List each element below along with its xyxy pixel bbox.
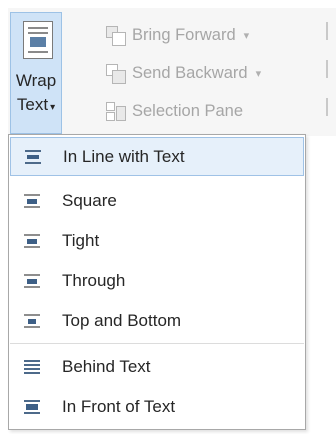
bring-forward-icon <box>104 24 126 46</box>
bring-forward-label: Bring Forward <box>132 25 236 44</box>
menu-item-label: In Front of Text <box>62 396 176 416</box>
in-front-of-text-icon <box>24 399 40 414</box>
wrap-text-label-line2: Text ▾ <box>16 95 56 114</box>
rotate-icon[interactable] <box>326 98 336 116</box>
menu-item-label: Square <box>62 190 117 210</box>
top-and-bottom-wrap-icon <box>24 313 40 328</box>
selection-pane-icon <box>104 100 126 122</box>
align-icon[interactable] <box>326 22 336 40</box>
wrap-text-label-line1: Wrap <box>15 71 57 90</box>
menu-item-through[interactable]: Through <box>10 261 304 300</box>
bring-forward-button[interactable]: Bring Forward ▾ <box>104 20 249 50</box>
send-backward-icon <box>104 62 126 84</box>
menu-item-label: In Line with Text <box>63 146 185 166</box>
send-backward-label: Send Backward <box>132 63 248 82</box>
menu-item-square[interactable]: Square <box>10 181 304 220</box>
tight-wrap-icon <box>24 233 40 248</box>
send-backward-button[interactable]: Send Backward ▾ <box>104 58 261 88</box>
wrap-text-menu: In Line with Text Square Tight Through T… <box>8 134 306 430</box>
menu-separator <box>10 343 304 344</box>
wrap-text-icon <box>23 21 53 59</box>
group-icon[interactable] <box>326 60 336 78</box>
menu-item-label: Behind Text <box>62 356 151 376</box>
square-wrap-icon <box>24 193 40 208</box>
menu-item-in-front-of-text[interactable]: In Front of Text <box>10 387 304 426</box>
menu-item-label: Tight <box>62 230 100 250</box>
menu-item-label: Through <box>62 270 126 290</box>
wrap-text-button[interactable]: Wrap Text ▾ <box>10 12 62 134</box>
chevron-down-icon: ▾ <box>50 102 56 113</box>
chevron-down-icon[interactable]: ▾ <box>244 29 250 42</box>
menu-item-label: Top and Bottom <box>62 310 182 330</box>
menu-item-in-line-with-text[interactable]: In Line with Text <box>10 137 304 176</box>
menu-item-top-and-bottom[interactable]: Top and Bottom <box>10 301 304 340</box>
through-wrap-icon <box>24 273 40 288</box>
menu-item-tight[interactable]: Tight <box>10 221 304 260</box>
selection-pane-label: Selection Pane <box>132 101 243 120</box>
in-line-with-text-icon <box>25 149 41 164</box>
chevron-down-icon[interactable]: ▾ <box>256 67 262 80</box>
behind-text-icon <box>24 359 40 374</box>
menu-item-behind-text[interactable]: Behind Text <box>10 347 304 386</box>
selection-pane-button[interactable]: Selection Pane <box>104 96 243 126</box>
